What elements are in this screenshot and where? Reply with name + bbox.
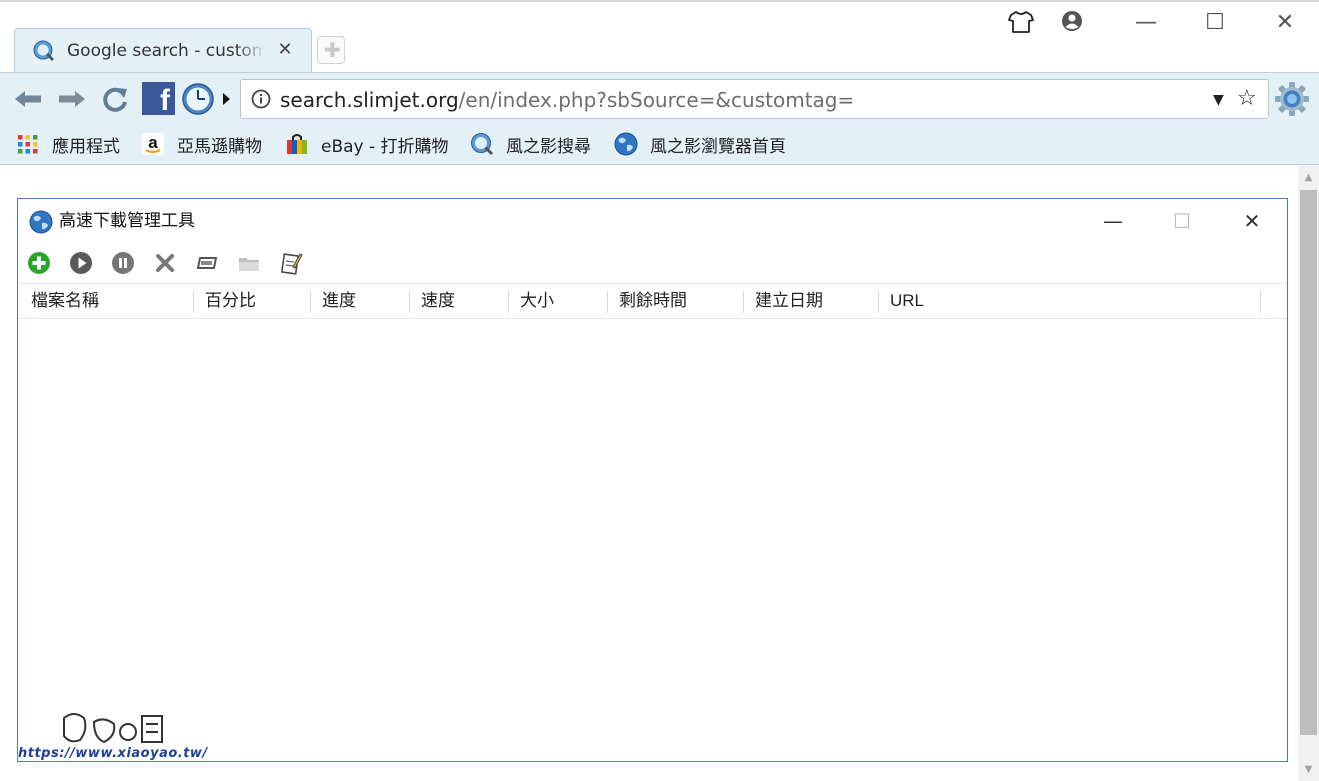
- column-divider[interactable]: [1260, 291, 1261, 313]
- address-bar[interactable]: search.slimjet.org/en/index.php?sbSource…: [240, 79, 1269, 119]
- address-url[interactable]: search.slimjet.org/en/index.php?sbSource…: [280, 88, 854, 112]
- column-header-progress[interactable]: 進度: [322, 284, 356, 318]
- dropdown-caret-icon[interactable]: ▼: [1213, 88, 1224, 112]
- column-divider[interactable]: [878, 291, 879, 313]
- rename-icon[interactable]: [195, 251, 219, 275]
- search-globe-icon: [33, 40, 55, 62]
- column-divider[interactable]: [310, 291, 311, 313]
- column-divider[interactable]: [193, 291, 194, 313]
- browser-chrome: Google search - customtag ✕ ✚ — ☐ ✕ f: [0, 0, 1319, 165]
- delete-icon[interactable]: [153, 251, 177, 275]
- bookmark-star-icon[interactable]: ☆: [1237, 85, 1257, 113]
- url-path: /en/index.php?sbSource=&customtag=: [458, 88, 855, 112]
- shopping-bag-icon: [287, 134, 307, 154]
- watermark-url: https://www.xiaoyao.tw/: [18, 746, 208, 761]
- extension-menu-arrow-icon[interactable]: [221, 92, 231, 106]
- bookmark-label: 亞馬遜購物: [177, 136, 262, 157]
- bookmark-ebay[interactable]: eBay - 打折購物: [285, 131, 449, 157]
- bookmark-search[interactable]: 風之影搜尋: [470, 131, 591, 157]
- download-list-header: 檔案名稱 百分比 進度 速度 大小 剩餘時間 建立日期 URL: [18, 283, 1287, 319]
- bookmark-label: 應用程式: [52, 136, 120, 157]
- dialog-titlebar[interactable]: 高速下載管理工具 — ☐ ✕: [18, 199, 1287, 243]
- column-header-remaining-time[interactable]: 剩餘時間: [619, 284, 687, 318]
- bookmark-amazon[interactable]: a 亞馬遜購物: [141, 131, 262, 157]
- back-arrow-icon[interactable]: [12, 83, 44, 115]
- top-divider: [0, 0, 1319, 2]
- dialog-minimize-button[interactable]: —: [1098, 207, 1128, 235]
- dialog-title: 高速下載管理工具: [59, 211, 195, 231]
- column-header-created-date[interactable]: 建立日期: [755, 284, 823, 318]
- tab-active[interactable]: Google search - customtag ✕: [14, 28, 312, 72]
- account-icon[interactable]: [1061, 10, 1083, 32]
- globe-icon: [614, 132, 638, 156]
- bookmark-label: 風之影瀏覽器首頁: [650, 136, 786, 157]
- column-divider[interactable]: [409, 291, 410, 313]
- title-strip: Google search - customtag ✕ ✚ — ☐ ✕: [0, 0, 1319, 72]
- window-minimize-button[interactable]: —: [1131, 8, 1161, 38]
- play-icon[interactable]: [69, 251, 93, 275]
- browser-toolbar: f search.slimjet.org/en/index.php?sbSour…: [0, 72, 1319, 124]
- download-list[interactable]: [18, 320, 1287, 760]
- column-header-filename[interactable]: 檔案名稱: [31, 284, 99, 318]
- bookmark-label: eBay - 打折購物: [321, 136, 449, 157]
- column-divider[interactable]: [743, 291, 744, 313]
- column-header-size[interactable]: 大小: [520, 284, 554, 318]
- tab-title: Google search - customtag: [67, 41, 265, 61]
- window-close-button[interactable]: ✕: [1270, 8, 1300, 38]
- tab-close-icon[interactable]: ✕: [275, 38, 295, 62]
- notes-icon[interactable]: [279, 251, 303, 275]
- clock-icon[interactable]: [181, 82, 215, 116]
- bookmarks-bar: 應用程式 a 亞馬遜購物 eBay - 打折購物 風之影搜尋 風之影瀏覽器首頁: [0, 124, 1319, 165]
- globe-icon: [29, 210, 53, 234]
- search-globe-icon: [471, 133, 494, 156]
- scroll-down-arrow-icon[interactable]: ▼: [1298, 759, 1319, 781]
- bookmark-apps[interactable]: 應用程式: [16, 131, 120, 157]
- folder-icon[interactable]: [237, 251, 261, 275]
- column-header-speed[interactable]: 速度: [421, 284, 455, 318]
- pause-icon[interactable]: [111, 251, 135, 275]
- new-tab-button[interactable]: ✚: [317, 36, 345, 64]
- column-divider[interactable]: [607, 291, 608, 313]
- watermark-logo-icon: [63, 713, 163, 744]
- facebook-icon[interactable]: f: [142, 82, 175, 115]
- add-icon[interactable]: [27, 251, 51, 275]
- dialog-toolbar: [18, 244, 1287, 282]
- watermark: https://www.xiaoyao.tw/: [18, 708, 218, 768]
- url-host: search.slimjet.org: [280, 88, 459, 112]
- dialog-close-button[interactable]: ✕: [1237, 207, 1267, 235]
- page-scrollbar[interactable]: ▲ ▼: [1298, 165, 1319, 781]
- forward-arrow-icon[interactable]: [56, 83, 88, 115]
- column-header-url[interactable]: URL: [890, 284, 924, 318]
- window-maximize-button[interactable]: ☐: [1200, 8, 1230, 38]
- amazon-icon: a: [142, 133, 164, 155]
- settings-gear-icon[interactable]: [1274, 81, 1310, 117]
- apps-grid-icon: [18, 135, 38, 154]
- download-manager-window: 高速下載管理工具 — ☐ ✕ 檔案名稱 百分比 進度 速度 大小 剩餘時間 建立…: [17, 198, 1288, 762]
- skin-tshirt-icon[interactable]: [1008, 10, 1034, 34]
- info-icon[interactable]: [251, 89, 271, 109]
- column-divider[interactable]: [508, 291, 509, 313]
- plus-icon: ✚: [324, 38, 341, 62]
- scroll-up-arrow-icon[interactable]: ▲: [1298, 167, 1319, 189]
- scrollbar-thumb[interactable]: [1300, 190, 1317, 735]
- column-header-percent[interactable]: 百分比: [205, 284, 256, 318]
- reload-icon[interactable]: [99, 83, 131, 115]
- bookmark-label: 風之影搜尋: [506, 136, 591, 157]
- dialog-maximize-button[interactable]: ☐: [1167, 207, 1197, 235]
- svg-text:a: a: [148, 133, 158, 152]
- bookmark-homepage[interactable]: 風之影瀏覽器首頁: [614, 131, 786, 157]
